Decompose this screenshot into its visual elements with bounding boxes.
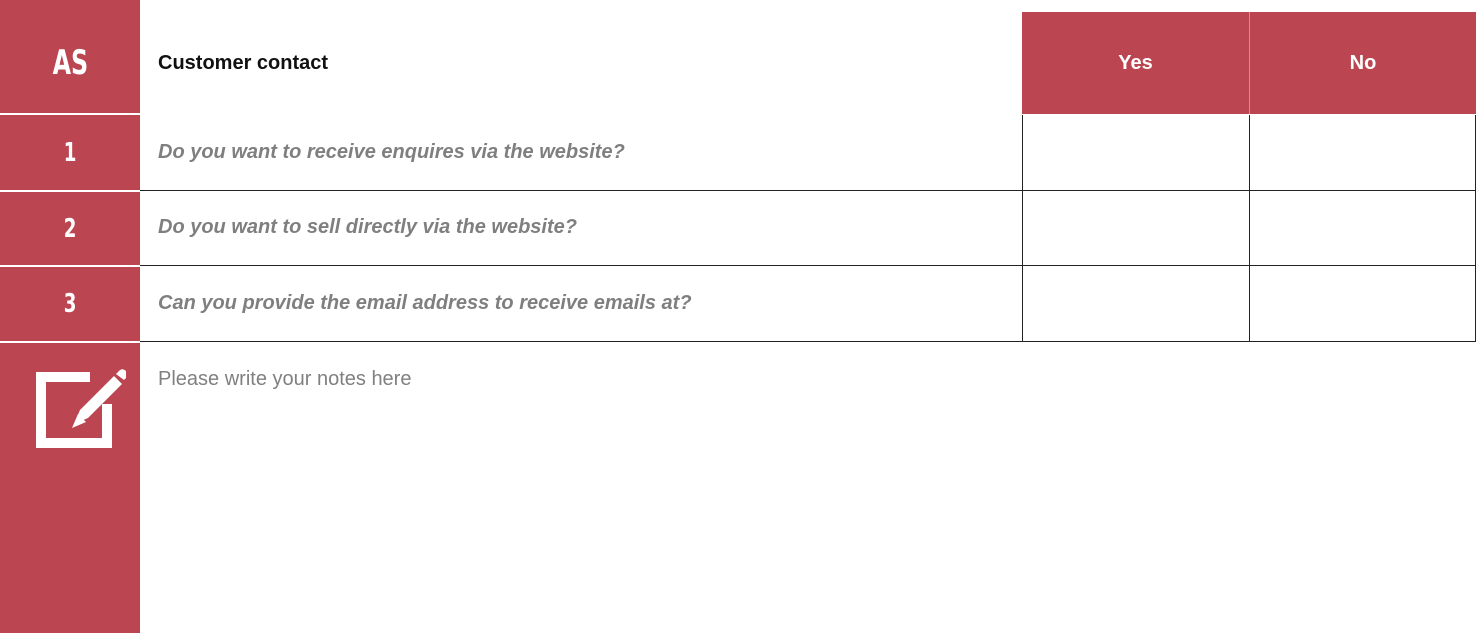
section-title: Customer contact <box>158 51 329 74</box>
question-1-yes-cell[interactable] <box>1022 115 1249 191</box>
question-number-3: 3 <box>0 267 140 341</box>
question-number-1: 1 <box>0 115 140 191</box>
question-1-text: Do you want to receive enquires via the … <box>140 115 1022 191</box>
no-column-header: No <box>1249 12 1476 114</box>
question-number-label: 2 <box>63 214 77 244</box>
yes-column-header: Yes <box>1022 12 1249 114</box>
section-code-label: AS <box>52 43 88 83</box>
question-number-label: 3 <box>63 289 77 319</box>
question-3-yes-cell[interactable] <box>1022 266 1249 342</box>
customer-contact-form: AS Customer contact Yes No 1 Do you want… <box>0 0 1482 633</box>
question-3-text: Can you provide the email address to rec… <box>140 266 1022 342</box>
question-1-no-cell[interactable] <box>1249 115 1476 191</box>
section-code: AS <box>0 12 140 114</box>
left-divider <box>0 341 140 343</box>
question-number-label: 1 <box>63 138 77 168</box>
edit-note-icon <box>36 369 126 448</box>
question-2-no-cell[interactable] <box>1249 190 1476 266</box>
notes-area[interactable]: Please write your notes here <box>158 368 411 391</box>
question-2-text: Do you want to sell directly via the web… <box>140 190 1022 266</box>
question-2-yes-cell[interactable] <box>1022 190 1249 266</box>
question-3-no-cell[interactable] <box>1249 266 1476 342</box>
question-number-2: 2 <box>0 192 140 266</box>
